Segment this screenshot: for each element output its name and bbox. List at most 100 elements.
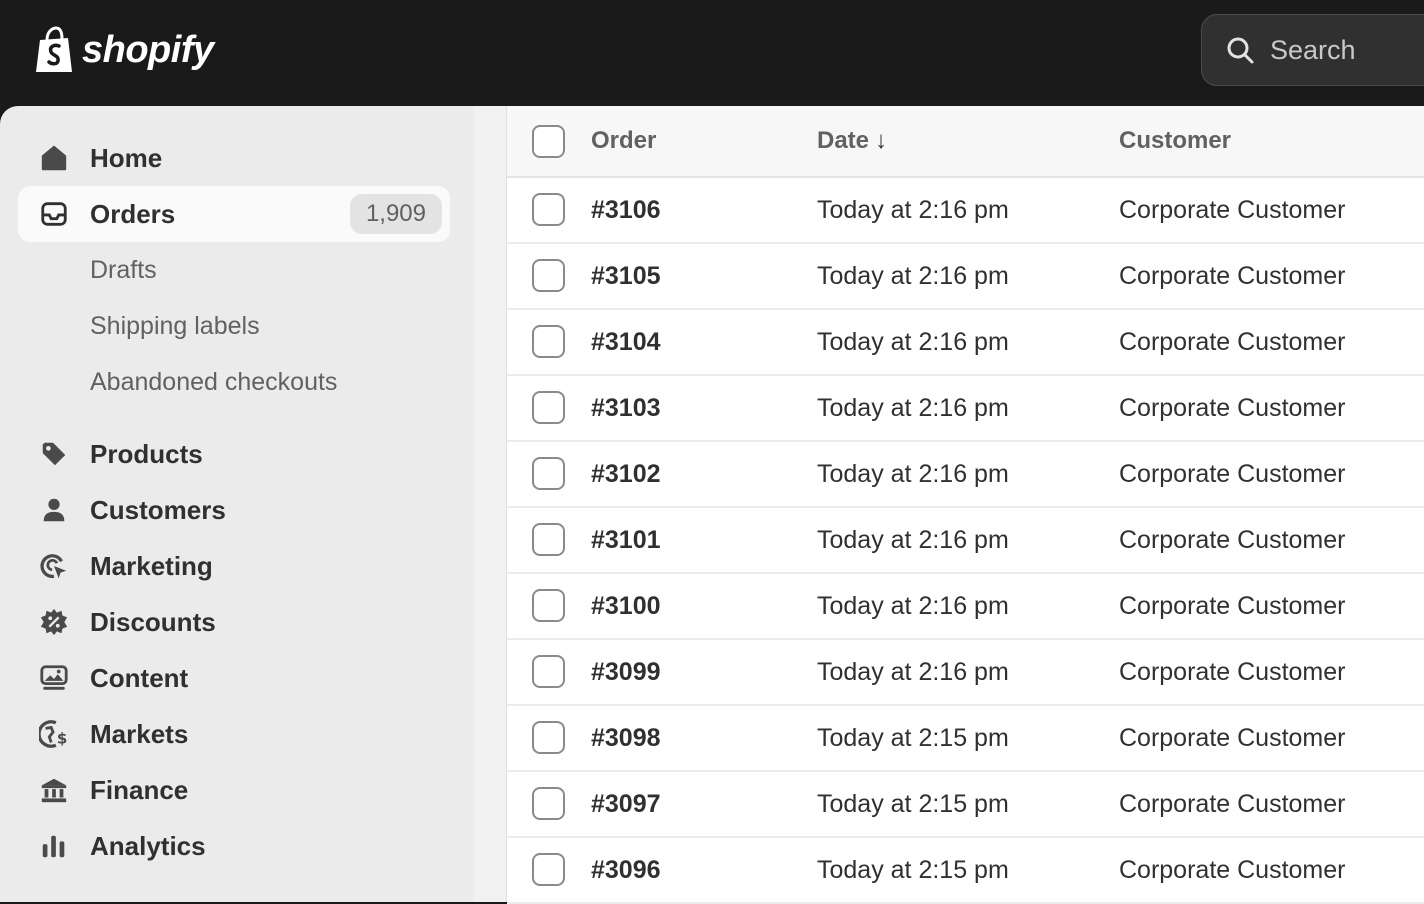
globe-dollar-icon: $ xyxy=(38,718,70,750)
order-date: Today at 2:16 pm xyxy=(817,196,1009,224)
row-checkbox[interactable] xyxy=(532,457,565,490)
table-row[interactable]: #3104 Today at 2:16 pm Corporate Customer xyxy=(507,310,1424,376)
row-checkbox[interactable] xyxy=(532,523,565,556)
customer-name: Corporate Customer xyxy=(1119,724,1346,752)
sidebar-item-customers[interactable]: Customers xyxy=(18,482,450,538)
row-checkbox[interactable] xyxy=(532,853,565,886)
table-row[interactable]: #3103 Today at 2:16 pm Corporate Customer xyxy=(507,376,1424,442)
customer-name: Corporate Customer xyxy=(1119,262,1346,290)
sidebar-item-orders[interactable]: Orders 1,909 xyxy=(18,186,450,242)
row-checkbox[interactable] xyxy=(532,655,565,688)
sidebar-item-label: Customers xyxy=(90,494,226,525)
shopify-bag-icon xyxy=(36,26,72,72)
sidebar-item-label: Home xyxy=(90,142,163,173)
customer-name: Corporate Customer xyxy=(1119,394,1346,422)
order-date: Today at 2:15 pm xyxy=(817,856,1009,884)
home-icon xyxy=(38,142,70,174)
table-row[interactable]: #3100 Today at 2:16 pm Corporate Customer xyxy=(507,574,1424,640)
sidebar-item-home[interactable]: Home xyxy=(18,130,450,186)
row-checkbox[interactable] xyxy=(532,721,565,754)
order-date: Today at 2:16 pm xyxy=(817,328,1009,356)
person-icon xyxy=(38,494,70,526)
sidebar-item-products[interactable]: Products xyxy=(18,426,450,482)
order-number[interactable]: #3099 xyxy=(591,658,661,687)
table-header: Order Date ↓ Customer xyxy=(507,106,1424,178)
svg-text:$: $ xyxy=(57,729,67,747)
row-checkbox[interactable] xyxy=(532,787,565,820)
order-date: Today at 2:16 pm xyxy=(817,592,1009,620)
column-header-order[interactable]: Order xyxy=(591,127,656,155)
customer-name: Corporate Customer xyxy=(1119,592,1346,620)
sidebar-item-label: Analytics xyxy=(90,830,206,861)
tag-icon xyxy=(38,438,70,470)
table-row[interactable]: #3099 Today at 2:16 pm Corporate Customer xyxy=(507,640,1424,706)
sidebar-item-label: Markets xyxy=(90,718,189,749)
order-number[interactable]: #3105 xyxy=(591,262,661,291)
customer-name: Corporate Customer xyxy=(1119,658,1346,686)
order-number[interactable]: #3096 xyxy=(591,856,661,885)
customer-name: Corporate Customer xyxy=(1119,790,1346,818)
row-checkbox[interactable] xyxy=(532,325,565,358)
sidebar-subitem-abandoned-checkouts[interactable]: Abandoned checkouts xyxy=(90,368,337,397)
order-number[interactable]: #3103 xyxy=(591,394,661,423)
row-checkbox[interactable] xyxy=(532,259,565,292)
orders-count-badge: 1,909 xyxy=(349,194,442,234)
order-date: Today at 2:16 pm xyxy=(817,460,1009,488)
column-header-customer[interactable]: Customer xyxy=(1119,127,1231,155)
shopify-logo[interactable]: shopify xyxy=(34,26,214,74)
row-checkbox[interactable] xyxy=(532,193,565,226)
sidebar-item-label: Finance xyxy=(90,774,189,805)
order-date: Today at 2:16 pm xyxy=(817,262,1009,290)
column-header-label: Customer xyxy=(1119,127,1232,154)
customer-name: Corporate Customer xyxy=(1119,526,1346,554)
order-number[interactable]: #3100 xyxy=(591,592,661,621)
table-row[interactable]: #3098 Today at 2:15 pm Corporate Customer xyxy=(507,706,1424,772)
order-number[interactable]: #3106 xyxy=(591,196,661,225)
inbox-icon xyxy=(38,198,70,230)
main-content: Order Date ↓ Customer #3106 Today at 2:16… xyxy=(474,106,1424,904)
sidebar-item-discounts[interactable]: Discounts xyxy=(18,594,450,650)
bar-chart-icon xyxy=(38,830,70,862)
sidebar-item-label: Orders xyxy=(90,198,176,229)
row-checkbox[interactable] xyxy=(532,589,565,622)
sidebar-item-markets[interactable]: $ Markets xyxy=(18,706,450,762)
customer-name: Corporate Customer xyxy=(1119,328,1346,356)
order-number[interactable]: #3098 xyxy=(591,724,661,753)
sidebar-item-analytics[interactable]: Analytics xyxy=(18,818,450,874)
sidebar-item-finance[interactable]: Finance xyxy=(18,762,450,818)
sidebar-item-label: Discounts xyxy=(90,606,216,637)
sidebar-item-label: Marketing xyxy=(90,550,213,581)
order-date: Today at 2:15 pm xyxy=(817,790,1009,818)
bank-icon xyxy=(38,774,70,806)
select-all-checkbox[interactable] xyxy=(532,125,565,158)
table-row[interactable]: #3105 Today at 2:16 pm Corporate Customer xyxy=(507,244,1424,310)
sidebar-subitem-shipping-labels[interactable]: Shipping labels xyxy=(90,312,260,341)
row-checkbox[interactable] xyxy=(532,391,565,424)
target-icon xyxy=(38,550,70,582)
table-row[interactable]: #3097 Today at 2:15 pm Corporate Customer xyxy=(507,772,1424,838)
table-row[interactable]: #3106 Today at 2:16 pm Corporate Customer xyxy=(507,178,1424,244)
column-header-label: Order xyxy=(591,127,657,154)
table-row[interactable]: #3096 Today at 2:15 pm Corporate Customer xyxy=(507,838,1424,904)
discount-icon xyxy=(38,606,70,638)
sort-descending-icon: ↓ xyxy=(875,127,888,154)
order-date: Today at 2:16 pm xyxy=(817,658,1009,686)
orders-table: Order Date ↓ Customer #3106 Today at 2:16… xyxy=(506,106,1424,904)
order-number[interactable]: #3102 xyxy=(591,460,661,489)
customer-name: Corporate Customer xyxy=(1119,460,1346,488)
top-bar: shopify Search xyxy=(0,0,1424,106)
order-date: Today at 2:16 pm xyxy=(817,526,1009,554)
order-date: Today at 2:16 pm xyxy=(817,394,1009,422)
search-bar[interactable]: Search xyxy=(1201,14,1424,86)
sidebar-item-content[interactable]: Content xyxy=(18,650,450,706)
table-row[interactable]: #3102 Today at 2:16 pm Corporate Customer xyxy=(507,442,1424,508)
order-number[interactable]: #3101 xyxy=(591,526,661,555)
sidebar-subitem-drafts[interactable]: Drafts xyxy=(90,256,157,285)
column-header-date[interactable]: Date ↓ xyxy=(817,127,887,155)
logo-text: shopify xyxy=(82,28,214,71)
order-number[interactable]: #3104 xyxy=(591,328,661,357)
sidebar-item-marketing[interactable]: Marketing xyxy=(18,538,450,594)
order-number[interactable]: #3097 xyxy=(591,790,661,819)
sidebar-item-label: Products xyxy=(90,438,203,469)
table-row[interactable]: #3101 Today at 2:16 pm Corporate Customer xyxy=(507,508,1424,574)
